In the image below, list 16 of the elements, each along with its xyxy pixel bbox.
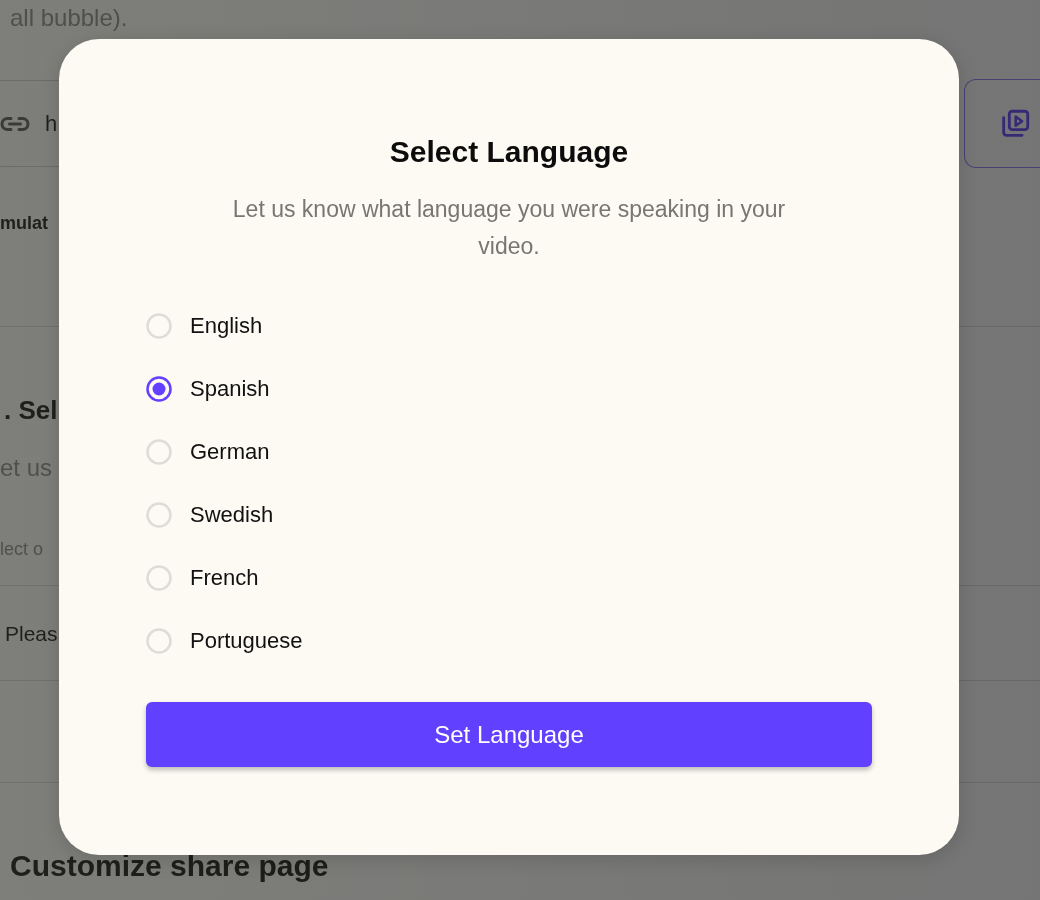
- set-language-button[interactable]: Set Language: [146, 702, 872, 767]
- option-label[interactable]: French: [190, 562, 259, 593]
- option-label[interactable]: Swedish: [190, 499, 274, 530]
- video-library-button[interactable]: [964, 79, 1040, 168]
- section-heading: Customize share page: [10, 848, 329, 884]
- option-label[interactable]: Spanish: [190, 373, 270, 404]
- link-icon: [0, 115, 30, 132]
- option-label[interactable]: Portuguese: [190, 625, 303, 656]
- section-heading: . Sel: [4, 394, 58, 427]
- dialog-title: Select Language: [389, 134, 629, 170]
- prompt-text: Pleas: [5, 621, 58, 647]
- option-text: mulat: [0, 212, 48, 235]
- option-label[interactable]: German: [190, 436, 270, 467]
- radio-button[interactable]: [146, 375, 172, 402]
- option-label[interactable]: English: [190, 310, 263, 341]
- dialog-subtitle: Let us know what language you were speaking in your video.: [231, 195, 787, 261]
